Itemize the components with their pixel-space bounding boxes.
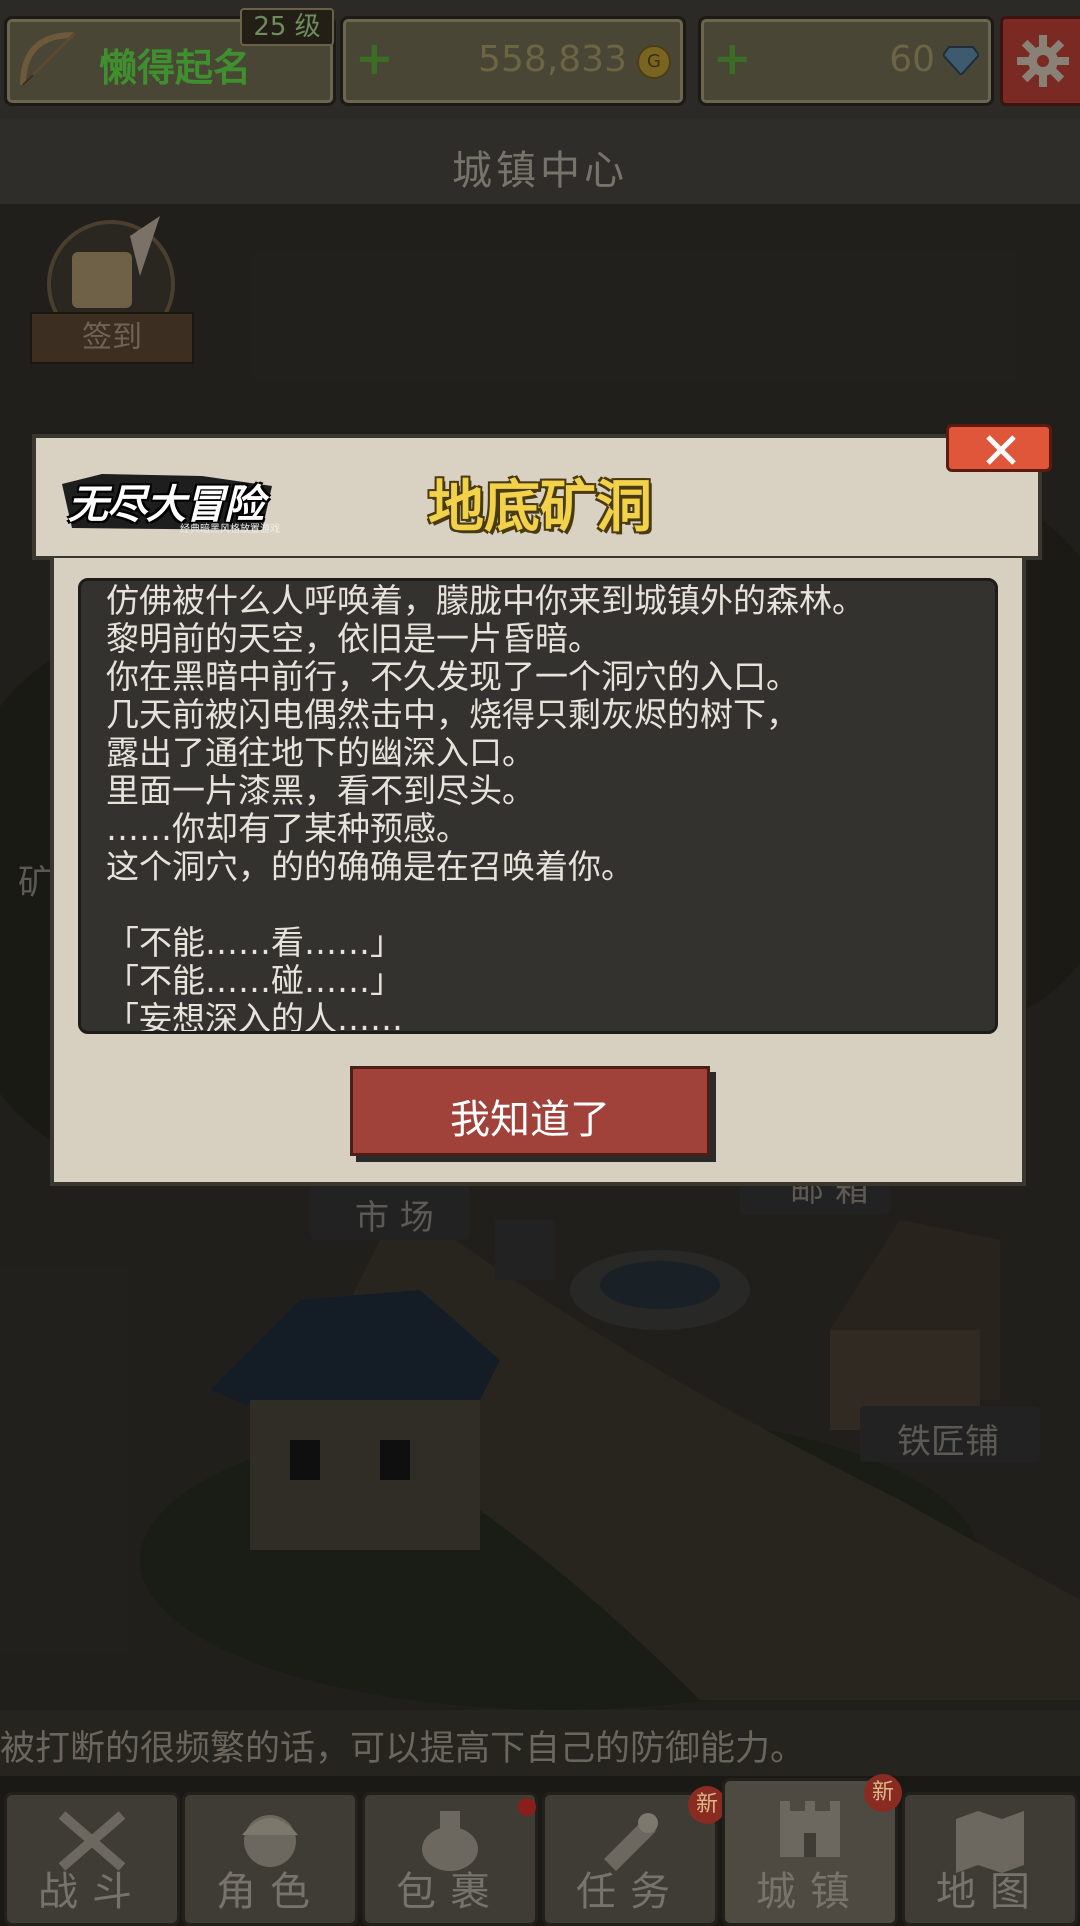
nav-map[interactable]: 地图 (902, 1792, 1078, 1926)
map-label-market[interactable]: 市 场 (355, 1190, 434, 1239)
settings-button[interactable] (1000, 16, 1080, 106)
nav-character[interactable]: 角色 (182, 1792, 358, 1926)
modal-title: 地底矿洞 (428, 475, 652, 540)
map-label-blacksmith[interactable]: 铁匠铺 (897, 1414, 999, 1463)
story-line: 这个洞穴，的的确确是在召唤着你。 (106, 847, 634, 886)
story-line: 露出了通往地下的幽深入口。 (106, 733, 535, 772)
nav-town-label: 城镇 (756, 1869, 864, 1915)
gold-coin-icon: G (637, 45, 671, 79)
screen-title: 城镇中心 (452, 148, 628, 194)
confirm-button-label: 我知道了 (450, 1097, 610, 1143)
close-button[interactable] (946, 424, 1052, 472)
story-line: 「不能……碰……」 (106, 961, 403, 1000)
gold-panel[interactable]: + 558,833 G (340, 16, 686, 106)
story-line: 仿佛被什么人呼唤着，朦胧中你来到城镇外的森林。 (106, 581, 865, 620)
inventory-alert-dot (518, 1798, 536, 1816)
signin-label[interactable]: 签到 (30, 312, 194, 364)
gems-amount: 60 (889, 39, 935, 80)
nav-character-label: 角色 (216, 1869, 324, 1915)
story-line: 里面一片漆黑，看不到尽头。 (106, 771, 535, 810)
nav-inventory-label: 包裹 (396, 1869, 504, 1915)
story-line: 「妄想深入的人…… (106, 999, 403, 1034)
gold-amount: 558,833 (478, 39, 627, 80)
add-gold-icon[interactable]: + (355, 35, 394, 81)
gems-panel[interactable]: + 60 (698, 16, 994, 106)
story-line: 你在黑暗中前行，不久发现了一个洞穴的入口。 (106, 657, 799, 696)
story-line: 几天前被闪电偶然击中，烧得只剩灰烬的树下， (106, 695, 799, 734)
player-name: 懒得起名 (99, 46, 252, 90)
add-gems-icon[interactable]: + (713, 35, 752, 81)
nav-inventory[interactable]: 包裹 (362, 1792, 538, 1926)
story-line: 「不能……看……」 (106, 923, 403, 962)
nav-quest-label: 任务 (576, 1869, 684, 1915)
new-badge: 新 (688, 1786, 726, 1824)
bow-icon (20, 31, 77, 86)
map-label-mine[interactable]: 矿 (18, 855, 52, 904)
nav-battle[interactable]: 战斗 (4, 1792, 180, 1926)
diamond-icon (943, 46, 979, 75)
nav-map-label: 地图 (936, 1869, 1044, 1915)
player-level-badge: 25 级 (240, 8, 334, 46)
gear-icon (1017, 35, 1069, 87)
nav-battle-label: 战斗 (38, 1869, 146, 1915)
tip-text: 被打断的很频繁的话，可以提高下自己的防御能力。 (0, 1729, 806, 1769)
story-line: 黎明前的天空，依旧是一片昏暗。 (106, 619, 601, 658)
story-line: ……你却有了某种预感。 (106, 809, 469, 848)
new-badge: 新 (864, 1774, 902, 1812)
story-text-box[interactable]: 仿佛被什么人呼唤着，朦胧中你来到城镇外的森林。 黎明前的天空，依旧是一片昏暗。 … (78, 578, 998, 1034)
confirm-button[interactable]: 我知道了 (350, 1066, 710, 1156)
castle-icon (780, 1801, 840, 1857)
close-icon (986, 435, 1016, 465)
